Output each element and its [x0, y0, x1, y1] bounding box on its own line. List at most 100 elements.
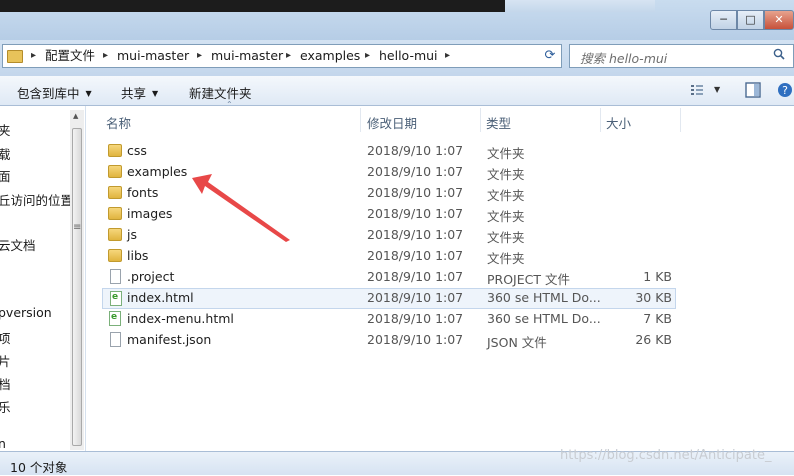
html-file-icon: e [110, 291, 122, 306]
file-icon [110, 332, 121, 347]
folder-icon [108, 207, 122, 220]
column-divider[interactable] [600, 108, 601, 132]
file-name: index.html [127, 290, 194, 305]
help-icon[interactable]: ? [777, 82, 793, 98]
nav-item[interactable]: 云文档 [0, 235, 36, 254]
file-type: JSON 文件 [487, 335, 547, 350]
column-divider[interactable] [680, 108, 681, 132]
file-date: 2018/9/10 1:07 [367, 143, 464, 158]
nav-item[interactable]: 项 [0, 328, 11, 347]
share-label: 共享 [121, 86, 147, 101]
folder-icon [108, 249, 122, 262]
folder-icon [108, 144, 122, 157]
nav-item[interactable]: 夹 [0, 120, 11, 139]
breadcrumb-item[interactable]: 配置文件 [45, 48, 95, 64]
breadcrumb-separator-icon[interactable]: ▸ [31, 48, 36, 64]
nav-item[interactable]: 档 [0, 374, 11, 393]
nav-scrollbar-thumb[interactable] [72, 128, 82, 446]
minimize-button[interactable]: ─ [710, 10, 737, 30]
breadcrumb-item[interactable]: mui-master [211, 48, 283, 64]
view-options-icon[interactable] [690, 84, 704, 97]
file-name: libs [127, 248, 149, 263]
file-type: 360 se HTML Do... [487, 311, 601, 326]
view-dropdown-icon[interactable]: ▼ [714, 85, 720, 94]
file-type: 文件夹 [487, 251, 525, 266]
address-bar[interactable]: ▸ 配置文件 ▸ mui-master ▸ mui-master ▸ examp… [2, 44, 562, 68]
column-header-modified[interactable]: 修改日期 [367, 113, 417, 132]
file-row-css[interactable]: css 2018/9/10 1:07 文件夹 [102, 141, 676, 162]
file-name: .project [127, 269, 175, 284]
file-date: 2018/9/10 1:07 [367, 269, 464, 284]
breadcrumb-item[interactable]: hello-mui [379, 48, 438, 64]
watermark: https://blog.csdn.net/Anticipate_ [560, 448, 772, 463]
file-name: js [127, 227, 137, 242]
command-bar: 包含到库中 ▼ 共享 ▼ 新建文件夹 ▼ ? [0, 76, 794, 106]
nav-item[interactable]: pversion [0, 305, 52, 320]
column-header-row: 名称 修改日期 类型 大小 [100, 108, 794, 133]
column-divider[interactable] [360, 108, 361, 132]
search-input[interactable]: 搜索 hello-mui [569, 44, 794, 68]
file-name: index-menu.html [127, 311, 234, 326]
file-name: images [127, 206, 173, 221]
scroll-up-icon[interactable]: ▲ [73, 112, 78, 120]
file-date: 2018/9/10 1:07 [367, 185, 464, 200]
file-type: PROJECT 文件 [487, 272, 570, 287]
breadcrumb-separator-icon[interactable]: ▸ [103, 48, 108, 64]
file-size: 26 KB [635, 332, 672, 347]
file-date: 2018/9/10 1:07 [367, 248, 464, 263]
column-divider[interactable] [480, 108, 481, 132]
file-date: 2018/9/10 1:07 [367, 332, 464, 347]
share-button[interactable]: 共享 ▼ [121, 83, 158, 102]
file-name: css [127, 143, 147, 158]
file-size: 1 KB [643, 269, 672, 284]
svg-text:?: ? [782, 84, 788, 97]
include-in-library-label: 包含到库中 [17, 86, 80, 101]
file-row-index-html[interactable]: e index.html 2018/9/10 1:07 360 se HTML … [102, 288, 676, 309]
search-icon[interactable] [773, 48, 785, 60]
nav-item[interactable]: 载 [0, 144, 11, 163]
file-type: 360 se HTML Do... [487, 290, 601, 305]
breadcrumb-item[interactable]: examples [300, 48, 360, 64]
file-date: 2018/9/10 1:07 [367, 164, 464, 179]
preview-pane-icon[interactable] [745, 82, 761, 98]
folder-icon [108, 165, 122, 178]
folder-icon [108, 228, 122, 241]
file-type: 文件夹 [487, 146, 525, 161]
close-button[interactable]: ✕ [764, 10, 794, 30]
breadcrumb-item[interactable]: mui-master [117, 48, 189, 64]
file-row-project[interactable]: .project 2018/9/10 1:07 PROJECT 文件 1 KB [102, 267, 676, 288]
title-bar-dark-region [0, 0, 505, 12]
html-file-icon: e [109, 311, 121, 326]
include-in-library-button[interactable]: 包含到库中 ▼ [17, 83, 92, 102]
nav-item[interactable]: 丘访问的位置 [0, 190, 73, 209]
column-header-type[interactable]: 类型 [486, 113, 511, 132]
nav-item[interactable]: 乐 [0, 397, 11, 416]
item-count: 10 个对象 [10, 460, 68, 475]
breadcrumb-separator-icon[interactable]: ▸ [445, 48, 450, 64]
scroll-grip-icon: ≡ [73, 222, 82, 233]
file-date: 2018/9/10 1:07 [367, 290, 464, 305]
breadcrumb-separator-icon[interactable]: ▸ [365, 48, 370, 64]
nav-item[interactable]: n [0, 436, 6, 451]
column-header-size[interactable]: 大小 [606, 113, 631, 132]
file-row-index-menu-html[interactable]: e index-menu.html 2018/9/10 1:07 360 se … [102, 309, 676, 330]
file-row-manifest-json[interactable]: manifest.json 2018/9/10 1:07 JSON 文件 26 … [102, 330, 676, 351]
search-placeholder: 搜索 hello-mui [580, 51, 668, 66]
nav-item[interactable]: 片 [0, 351, 11, 370]
file-date: 2018/9/10 1:07 [367, 311, 464, 326]
file-name: fonts [127, 185, 159, 200]
file-type: 文件夹 [487, 209, 525, 224]
file-date: 2018/9/10 1:07 [367, 227, 464, 242]
title-bar-light-region [505, 0, 655, 12]
breadcrumb-separator-icon[interactable]: ▸ [286, 48, 291, 64]
maximize-button[interactable]: □ [737, 10, 764, 30]
file-size: 30 KB [635, 290, 672, 305]
new-folder-button[interactable]: 新建文件夹 [189, 83, 252, 102]
file-date: 2018/9/10 1:07 [367, 206, 464, 221]
column-header-name[interactable]: 名称 [106, 113, 131, 132]
file-icon [110, 269, 121, 284]
refresh-icon[interactable]: ⟳ [540, 48, 560, 64]
breadcrumb-separator-icon[interactable]: ▸ [197, 48, 202, 64]
nav-item[interactable]: 面 [0, 166, 11, 185]
folder-icon [108, 186, 122, 199]
